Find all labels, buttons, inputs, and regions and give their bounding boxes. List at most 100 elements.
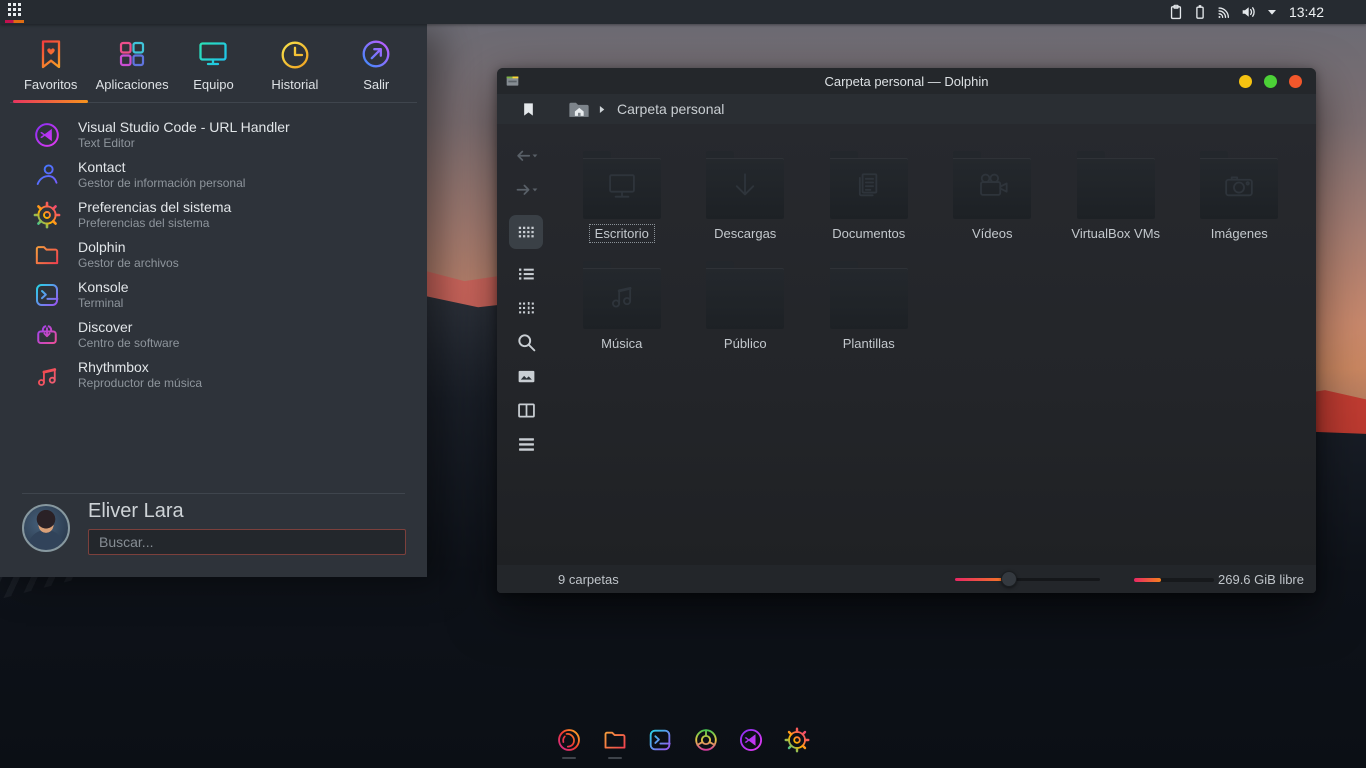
battery-icon[interactable] — [1192, 4, 1208, 20]
folder-publico[interactable]: Público — [684, 261, 808, 371]
app-texts: KontactGestor de información personal — [78, 159, 245, 191]
window-icon — [505, 74, 520, 89]
folder-icon — [830, 151, 908, 219]
caret-down-icon[interactable] — [1264, 4, 1280, 20]
sidebar-menu-button[interactable] — [509, 432, 543, 456]
dock-firefox[interactable] — [555, 726, 583, 762]
status-free-space: 269.6 GiB libre — [1218, 572, 1304, 587]
dock-vscode[interactable] — [737, 726, 765, 762]
folder-icon — [583, 261, 661, 329]
folder-descargas[interactable]: Descargas — [684, 151, 808, 261]
folder-virtualbox-vms[interactable]: VirtualBox VMs — [1054, 151, 1178, 261]
search-icon — [516, 332, 537, 353]
app-name: Kontact — [78, 159, 245, 176]
folder-label: Imágenes — [1205, 224, 1274, 243]
app-item-preferencias-del-sistema[interactable]: Preferencias del sistemaPreferencias del… — [0, 195, 427, 235]
window-body: Escritorio Descargas DocumentosVídeos Virtu… — [497, 124, 1316, 565]
zoom-slider-handle[interactable] — [1001, 571, 1017, 587]
chevron-right-icon — [599, 105, 606, 114]
dolphin-window: Carpeta personal — Dolphin Carpeta perso… — [497, 68, 1316, 593]
folder-documentos[interactable]: Documentos — [807, 151, 931, 261]
konsole-icon — [32, 280, 62, 310]
note-glyph-icon — [600, 276, 644, 320]
app-item-konsole[interactable]: KonsoleTerminal — [0, 275, 427, 315]
sidebar-split-button[interactable] — [509, 398, 543, 422]
tab-equipo[interactable]: Equipo — [173, 30, 254, 102]
zoom-slider[interactable] — [955, 578, 1100, 581]
close-button[interactable] — [1289, 75, 1302, 88]
forward-icon — [513, 180, 539, 200]
tab-favoritos[interactable]: Favoritos — [10, 30, 91, 102]
launcher-active-indicator — [5, 20, 24, 23]
bookmark-icon[interactable] — [522, 102, 535, 117]
status-folders-count: 9 carpetas — [558, 572, 619, 587]
dock-konsole[interactable] — [646, 726, 674, 762]
sidebar-list-view-button[interactable] — [509, 262, 543, 286]
back-icon — [513, 146, 539, 166]
app-item-visual-studio-code-url-handler[interactable]: Visual Studio Code - URL HandlerText Edi… — [0, 115, 427, 155]
folder-app-icon — [32, 240, 62, 270]
breadcrumb[interactable]: Carpeta personal — [617, 101, 724, 117]
app-item-rhythmbox[interactable]: RhythmboxReproductor de música — [0, 355, 427, 395]
titlebar[interactable]: Carpeta personal — Dolphin — [497, 68, 1316, 94]
tab-label: Favoritos — [24, 77, 77, 92]
folder-icon — [706, 261, 784, 329]
tab-label: Salir — [363, 77, 389, 92]
user-avatar[interactable] — [22, 504, 70, 552]
computer-icon — [195, 36, 231, 72]
dock-files[interactable] — [601, 726, 629, 762]
folder-label: Descargas — [708, 224, 782, 243]
volume-icon[interactable] — [1240, 4, 1256, 20]
app-launcher-button[interactable] — [3, 0, 26, 24]
app-name: Rhythmbox — [78, 359, 202, 376]
network-icon[interactable] — [1216, 4, 1232, 20]
folder-musica[interactable]: Música — [560, 261, 684, 371]
sidebar-details-view-button[interactable] — [509, 296, 543, 320]
monitor-glyph-icon — [600, 166, 644, 210]
minimize-button[interactable] — [1239, 75, 1252, 88]
folder-icon — [953, 151, 1031, 219]
preview-icon — [516, 366, 537, 387]
dock-settings[interactable] — [783, 726, 811, 762]
dock-chrome[interactable] — [692, 726, 720, 762]
search-input[interactable] — [88, 529, 406, 555]
rhythmbox-icon — [32, 360, 62, 390]
folder-plantillas[interactable]: Plantillas — [807, 261, 931, 371]
tab-salir[interactable]: Salir — [336, 30, 417, 102]
folder-label: VirtualBox VMs — [1065, 224, 1166, 243]
folder-videos[interactable]: Vídeos — [931, 151, 1055, 261]
launcher-tabs: Favoritos AplicacionesEquipoHistorial Sali… — [0, 24, 427, 102]
maximize-button[interactable] — [1264, 75, 1277, 88]
arrow-down-glyph-icon — [723, 166, 767, 210]
home-button[interactable] — [568, 100, 590, 119]
window-buttons — [1239, 75, 1302, 88]
desktop: 13:42 Favoritos AplicacionesEquipoHistori… — [0, 0, 1366, 768]
sidebar-search-button[interactable] — [509, 330, 543, 354]
discover-icon — [32, 320, 62, 350]
app-item-discover[interactable]: DiscoverCentro de software — [0, 315, 427, 355]
view-compact-icon — [516, 298, 537, 319]
sidebar-preview-button[interactable] — [509, 364, 543, 388]
chrome-icon — [692, 726, 720, 754]
panel-clock[interactable]: 13:42 — [1289, 4, 1324, 20]
leave-icon — [358, 36, 394, 72]
app-item-dolphin[interactable]: DolphinGestor de archivos — [0, 235, 427, 275]
folder-escritorio[interactable]: Escritorio — [560, 151, 684, 261]
tab-aplicaciones[interactable]: Aplicaciones — [91, 30, 172, 102]
document-glyph-icon — [847, 166, 891, 210]
sidebar-back-button[interactable] — [509, 144, 543, 168]
folder-label: Escritorio — [589, 224, 655, 243]
location-toolbar: Carpeta personal — [497, 94, 1316, 124]
launcher-footer: Eliver Lara — [0, 493, 427, 577]
sidebar-icons-view-button[interactable] — [509, 215, 543, 249]
free-space-bar — [1134, 578, 1214, 582]
app-description: Gestor de archivos — [78, 256, 179, 271]
clipboard-icon[interactable] — [1168, 4, 1184, 20]
sidebar-forward-button[interactable] — [509, 178, 543, 202]
tab-historial[interactable]: Historial — [254, 30, 335, 102]
user-name: Eliver Lara — [88, 500, 184, 523]
app-item-kontact[interactable]: KontactGestor de información personal — [0, 155, 427, 195]
folder-label: Música — [595, 334, 648, 353]
vscode-icon — [737, 726, 765, 754]
folder-imagenes[interactable]: Imágenes — [1178, 151, 1302, 261]
